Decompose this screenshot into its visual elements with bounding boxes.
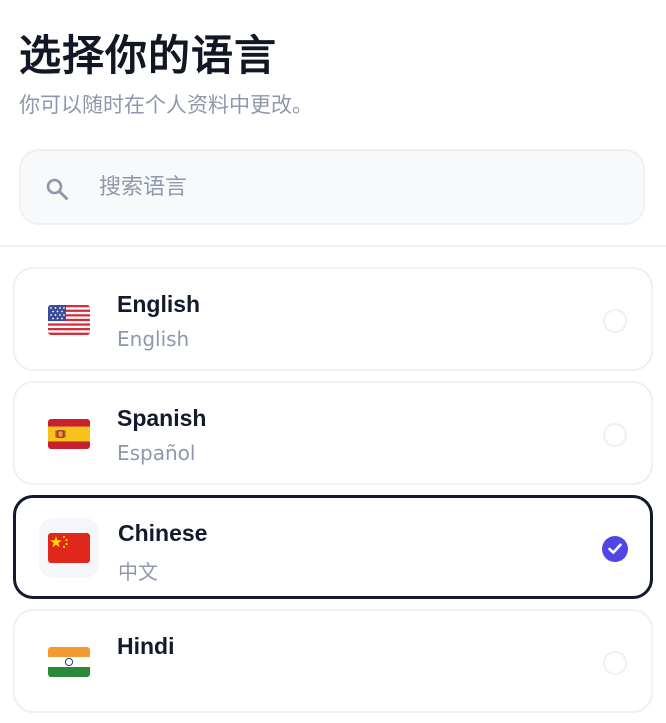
us-flag-icon — [39, 290, 99, 350]
page-subtitle: 你可以随时在个人资料中更改。 — [19, 93, 313, 117]
language-option-hindi[interactable]: Hindi — [13, 609, 653, 713]
china-flag-icon — [39, 518, 99, 578]
language-name: Spanish — [117, 405, 207, 431]
language-option-chinese[interactable]: Chinese 中文 — [13, 495, 653, 599]
search-icon — [45, 177, 69, 201]
spain-flag-icon — [39, 404, 99, 464]
search-box[interactable] — [19, 149, 645, 225]
radio-unchecked-icon[interactable] — [603, 651, 627, 675]
language-native-name: 中文 — [118, 560, 158, 584]
radio-unchecked-icon[interactable] — [603, 309, 627, 333]
radio-unchecked-icon[interactable] — [603, 423, 627, 447]
language-native-name: English — [117, 327, 190, 351]
language-list: English English Spanish Español Chinese … — [13, 267, 653, 723]
language-option-spanish[interactable]: Spanish Español — [13, 381, 653, 485]
language-native-name: Español — [117, 441, 196, 465]
checkmark-icon[interactable] — [602, 536, 628, 562]
language-name: Hindi — [117, 633, 175, 659]
divider — [0, 245, 666, 247]
language-name: Chinese — [118, 520, 208, 546]
language-option-english[interactable]: English English — [13, 267, 653, 371]
page-title: 选择你的语言 — [19, 31, 278, 80]
search-input[interactable] — [99, 151, 599, 223]
india-flag-icon — [39, 632, 99, 692]
language-name: English — [117, 291, 201, 317]
